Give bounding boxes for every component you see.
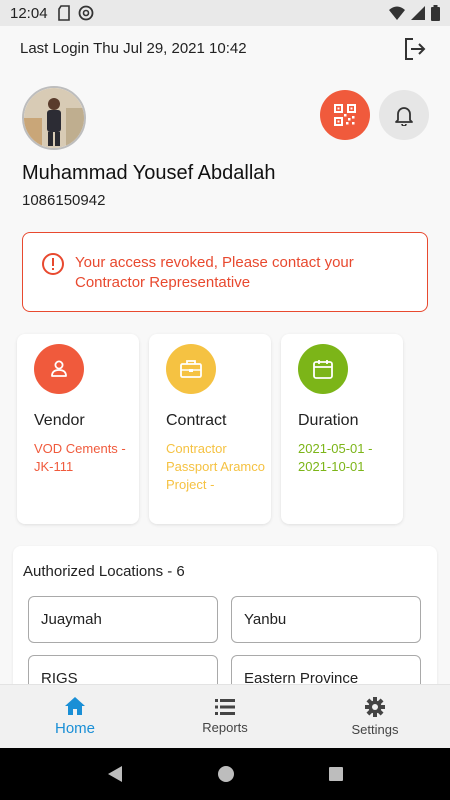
location-item[interactable]: Eastern Province [231, 655, 421, 684]
avatar[interactable] [22, 86, 86, 150]
recents-icon[interactable] [328, 766, 344, 782]
duration-card[interactable]: Duration 2021-05-01 - 2021-10-01 [281, 334, 403, 524]
contract-icon-circle [166, 344, 216, 394]
logout-icon[interactable] [402, 36, 428, 62]
user-name: Muhammad Yousef Abdallah [22, 162, 276, 184]
system-navigation-bar [0, 748, 450, 800]
no-entry-icon [78, 5, 93, 21]
vendor-card[interactable]: Vendor VOD Cements - JK-111 [17, 334, 139, 524]
nav-reports-label: Reports [202, 720, 248, 735]
contract-title: Contract [166, 412, 227, 429]
duration-value: 2021-05-01 - 2021-10-01 [298, 441, 373, 474]
location-item[interactable]: Juaymah [28, 596, 218, 643]
vendor-icon-circle [34, 344, 84, 394]
signal-icon [411, 6, 425, 20]
notifications-button[interactable] [379, 90, 429, 140]
location-item[interactable]: Yanbu [231, 596, 421, 643]
info-icon [42, 253, 64, 275]
nav-home-label: Home [54, 720, 95, 737]
access-revoked-alert: Your access revoked, Please contact your… [22, 232, 428, 312]
nav-settings-label: Settings [351, 722, 399, 737]
status-time: 12:04 [10, 4, 48, 22]
qr-code-icon [334, 104, 356, 126]
home-circle-icon[interactable] [217, 765, 235, 783]
briefcase-icon [180, 360, 202, 378]
duration-icon-circle [298, 344, 348, 394]
contract-card[interactable]: Contract Contractor Passport Aramco Proj… [149, 334, 271, 524]
status-bar: 12:04 [0, 0, 450, 26]
duration-title: Duration [298, 412, 359, 429]
nav-home[interactable]: Home [0, 685, 150, 748]
vendor-title: Vendor [34, 412, 85, 429]
list-icon [215, 699, 235, 715]
bottom-navigation: Home Reports Settings [0, 684, 450, 748]
locations-title: Authorized Locations - 6 [23, 563, 185, 580]
user-id: 1086150942 [22, 192, 106, 209]
home-icon [65, 697, 85, 715]
locations-grid: Juaymah Yanbu RIGS Eastern Province [28, 596, 421, 684]
profile-photo [24, 88, 84, 148]
person-icon [51, 360, 67, 377]
battery-icon [431, 5, 440, 21]
qr-code-button[interactable] [320, 90, 370, 140]
authorized-locations-panel: Authorized Locations - 6 Juaymah Yanbu R… [13, 546, 437, 684]
contract-value: Contractor Passport Aramco Project - [166, 441, 265, 492]
back-icon[interactable] [106, 765, 124, 783]
info-cards: Vendor VOD Cements - JK-111 Contract Con… [17, 334, 403, 524]
last-login-text: Last Login Thu Jul 29, 2021 10:42 [20, 40, 247, 57]
nav-settings[interactable]: Settings [300, 685, 450, 748]
home-screen: Last Login Thu Jul 29, 2021 10:42 Muhamm… [0, 26, 450, 684]
bell-icon [395, 107, 413, 126]
calendar-icon [313, 360, 333, 379]
wifi-icon [389, 6, 405, 20]
gear-icon [365, 697, 385, 717]
nav-reports[interactable]: Reports [150, 685, 300, 748]
vendor-value: VOD Cements - JK-111 [34, 441, 126, 474]
alert-message: Your access revoked, Please contact your… [75, 254, 354, 291]
sd-card-icon [57, 5, 70, 21]
location-item[interactable]: RIGS [28, 655, 218, 684]
